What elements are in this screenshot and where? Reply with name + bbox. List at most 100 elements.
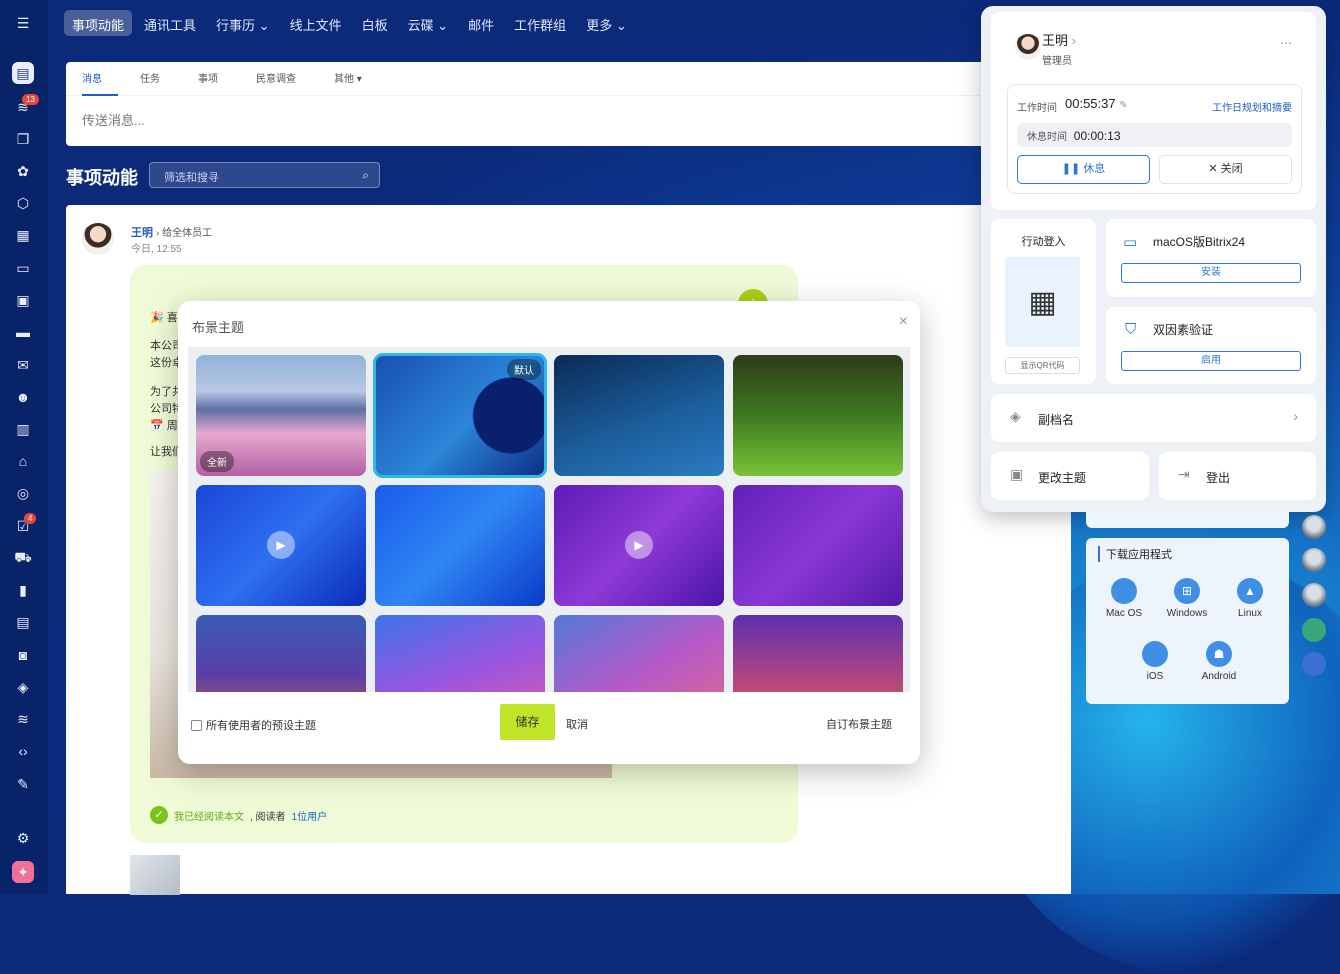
pencil-icon[interactable]: ✎	[1119, 100, 1127, 111]
tab-poll[interactable]: 民意调查	[256, 62, 312, 96]
post-author[interactable]: 王明	[131, 224, 153, 240]
feed-icon[interactable]: ▤	[12, 62, 34, 84]
nav-messenger[interactable]: 通讯工具	[136, 10, 204, 36]
more-icon[interactable]: ⋯	[1280, 36, 1292, 50]
avatar[interactable]	[1302, 618, 1326, 642]
close-icon[interactable]: ×	[899, 313, 908, 331]
tab-task[interactable]: 任务	[140, 62, 176, 96]
pause-icon: ❚❚	[1061, 163, 1081, 175]
profile-name[interactable]: 王明 ›	[1042, 30, 1076, 49]
store-icon[interactable]: ⌂	[12, 450, 34, 472]
work-plan-link[interactable]: 工作日规划和摘要	[1212, 99, 1292, 114]
avatar[interactable]	[82, 223, 114, 255]
save-button[interactable]: 储存	[500, 704, 555, 740]
theme-tile[interactable]: 全新	[196, 355, 366, 476]
nav-drive[interactable]: 云碟 ⌄	[400, 10, 457, 36]
download-windows-label: Windows	[1166, 608, 1208, 619]
play-icon[interactable]: ▶	[625, 531, 653, 559]
nav-activity[interactable]: 事项动能	[64, 10, 133, 36]
target-icon[interactable]: ◎	[12, 482, 34, 504]
analytics-icon[interactable]: ▮	[12, 579, 34, 601]
theme-tile[interactable]	[375, 615, 545, 692]
download-linux[interactable]: ▲ Linux	[1220, 578, 1280, 619]
show-qr-button[interactable]: 显示QR代码	[1005, 357, 1080, 374]
nav-calendar[interactable]: 行事历 ⌄	[208, 10, 278, 36]
change-theme-button[interactable]: ▣ 更改主题	[991, 452, 1149, 500]
code-icon[interactable]: ‹›	[12, 740, 34, 762]
check-icon[interactable]: ✓	[150, 806, 168, 824]
bookmark-icon[interactable]	[1302, 652, 1326, 676]
crm-icon[interactable]: ▤	[12, 611, 34, 633]
chat-icon[interactable]: ❐	[12, 128, 34, 150]
nav-workgroups[interactable]: 工作群组	[506, 10, 574, 36]
theme-tile[interactable]	[554, 355, 724, 476]
download-windows[interactable]: ⊞ Windows	[1157, 578, 1217, 619]
search-input[interactable]: 筛选和搜寻 ⌕	[149, 162, 380, 188]
close-workday-label: 关闭	[1220, 163, 1243, 175]
download-macos[interactable]: Mac OS	[1094, 578, 1154, 619]
theme-tile[interactable]	[196, 615, 366, 692]
logout-button[interactable]: ⇥ 登出	[1159, 452, 1316, 500]
box-icon[interactable]: ◈	[12, 676, 34, 698]
tab-more[interactable]: 其他 ▾	[334, 62, 378, 96]
cart-icon[interactable]: ⛟	[12, 547, 34, 569]
work-time-display: 00:55:37	[1065, 96, 1116, 111]
top-navigation: 事项动能 通讯工具 行事历 ⌄ 线上文件 白板 云碟 ⌄ 邮件 工作群组 更多 …	[64, 10, 635, 36]
board-icon[interactable]: ▣	[12, 289, 34, 311]
hexagon-icon[interactable]: ⬡	[12, 192, 34, 214]
bot-icon[interactable]: ◙	[12, 644, 34, 666]
default-theme-checkbox[interactable]: 所有使用者的预设主题	[191, 717, 316, 733]
pause-button[interactable]: ❚❚ 休息	[1017, 155, 1150, 184]
theme-tile-video[interactable]: ▶	[196, 485, 366, 606]
checkbox-label: 所有使用者的预设主题	[206, 720, 316, 732]
avatar[interactable]	[1302, 548, 1326, 572]
read-label[interactable]: 我已经阅读本文	[174, 808, 244, 823]
calendar-icon[interactable]: ▦	[12, 224, 34, 246]
menu-icon[interactable]: ☰	[12, 12, 34, 34]
play-icon[interactable]: ▶	[267, 531, 295, 559]
theme-tile[interactable]	[733, 485, 903, 606]
nav-calendar-label: 行事历	[216, 18, 256, 33]
tab-message[interactable]: 消息	[82, 62, 118, 96]
avatar[interactable]	[1302, 515, 1326, 539]
apple-icon	[1111, 578, 1137, 604]
message-input[interactable]: 传送消息...	[66, 96, 1066, 143]
drive-icon[interactable]: ▬	[12, 321, 34, 343]
qr-code-icon[interactable]: ▦	[1005, 257, 1080, 347]
alias-row[interactable]: ◈ 副档名 ›	[991, 394, 1316, 442]
tab-event[interactable]: 事项	[198, 62, 234, 96]
download-android[interactable]: ☗ Android	[1189, 641, 1249, 682]
nav-whiteboard[interactable]: 白板	[354, 10, 396, 36]
group-icon[interactable]: ☻	[12, 386, 34, 408]
collab-icon[interactable]: ✿	[12, 160, 34, 182]
install-button[interactable]: 安装	[1121, 263, 1301, 283]
theme-tile-video[interactable]: ▶	[554, 485, 724, 606]
app-icon[interactable]: ✦	[12, 861, 34, 883]
theme-tile[interactable]	[733, 355, 903, 476]
sites-icon[interactable]: ≋	[12, 708, 34, 730]
enable-button[interactable]: 启用	[1121, 351, 1301, 371]
post-line: 🎉 喜	[150, 312, 178, 324]
theme-tile[interactable]	[733, 615, 903, 692]
attachment-thumbnail[interactable]	[130, 855, 180, 895]
download-ios[interactable]: iOS	[1125, 641, 1185, 682]
avatar[interactable]	[1302, 583, 1326, 607]
document-icon[interactable]: ▭	[12, 257, 34, 279]
cancel-button[interactable]: 取消	[566, 716, 588, 732]
nav-docs[interactable]: 线上文件	[282, 10, 350, 36]
search-icon[interactable]: ⌕	[362, 168, 369, 183]
nav-mail[interactable]: 邮件	[460, 10, 502, 36]
avatar[interactable]	[1015, 34, 1041, 60]
nav-more[interactable]: 更多 ⌄	[578, 10, 635, 36]
close-workday-button[interactable]: ✕ 关闭	[1159, 155, 1292, 184]
theme-tile-selected[interactable]: 默认	[373, 353, 547, 478]
mail-icon[interactable]: ✉	[12, 354, 34, 376]
settings-icon[interactable]: ⚙	[12, 827, 34, 849]
checkbox-icon[interactable]	[191, 719, 202, 731]
theme-tile[interactable]	[554, 615, 724, 692]
theme-tile[interactable]	[375, 485, 545, 606]
custom-theme-button[interactable]: 自订布景主题	[826, 716, 892, 732]
edit-icon[interactable]: ✎	[12, 773, 34, 795]
schedule-icon[interactable]: ▥	[12, 418, 34, 440]
readers-count[interactable]: 1位用户	[292, 808, 328, 823]
